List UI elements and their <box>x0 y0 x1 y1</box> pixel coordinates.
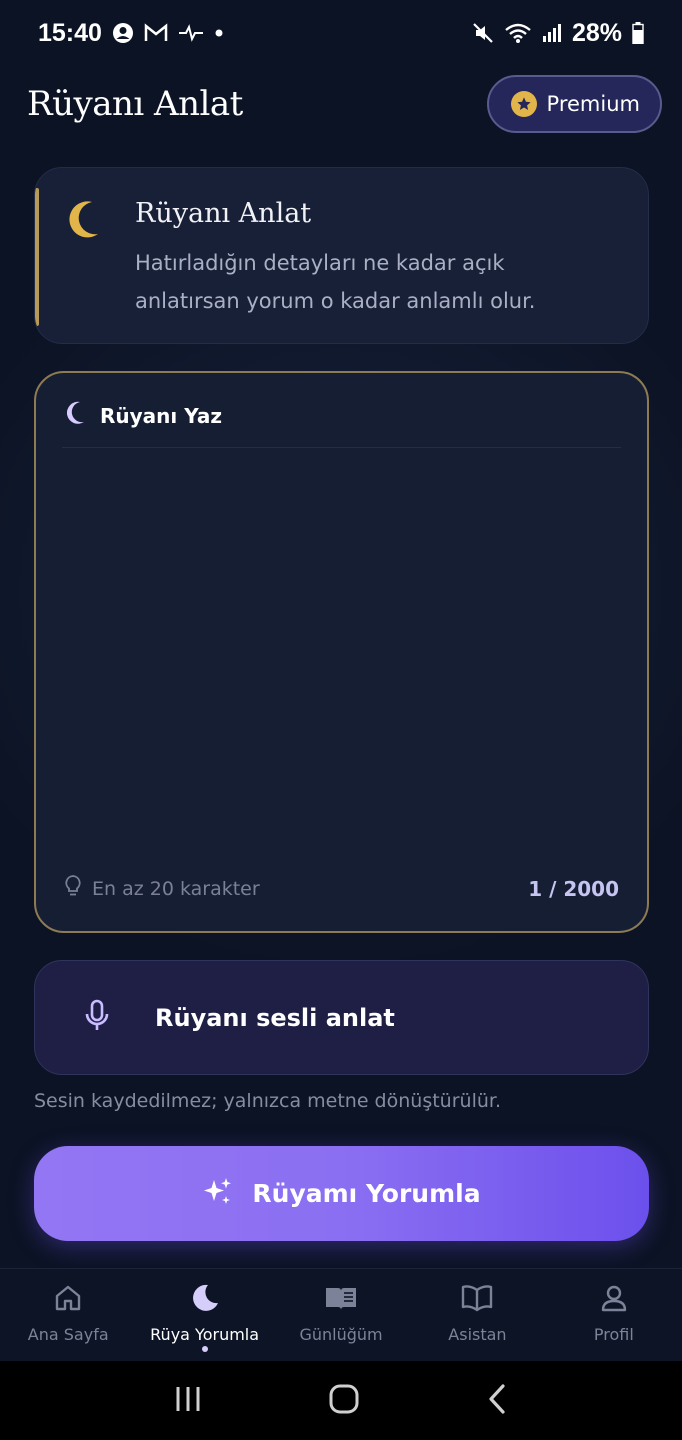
nav-label-dream-interpret: Rüya Yorumla <box>150 1325 260 1344</box>
dream-input-card: Rüyanı Yaz En az 20 karakter 1 / 2000 <box>34 371 649 933</box>
home-icon <box>53 1283 83 1317</box>
moon-icon <box>66 401 86 430</box>
battery-percent: 28% <box>571 18 622 47</box>
char-counter: 1 / 2000 <box>528 876 619 901</box>
app-header: Rüyanı Anlat Premium <box>0 66 682 142</box>
user-icon <box>599 1283 629 1317</box>
dream-textarea[interactable] <box>62 457 621 861</box>
pulse-icon <box>178 24 204 42</box>
notification-dot-icon <box>214 28 224 38</box>
nav-label-profile: Profil <box>593 1325 634 1344</box>
voice-input-label: Rüyanı sesli anlat <box>155 1003 395 1032</box>
bottom-navigation: Ana Sayfa Rüya Yorumla Günlüğüm Asistan … <box>0 1268 682 1361</box>
page-title: Rüyanı Anlat <box>27 84 243 124</box>
moon-icon <box>68 200 102 244</box>
mute-icon <box>472 22 494 44</box>
gmail-icon <box>144 23 168 43</box>
dream-input-heading: Rüyanı Yaz <box>66 401 222 430</box>
recent-apps-icon[interactable] <box>173 1384 203 1418</box>
nav-item-home[interactable]: Ana Sayfa <box>0 1269 136 1361</box>
dream-input-footer: En az 20 karakter 1 / 2000 <box>64 874 619 903</box>
back-icon[interactable] <box>485 1383 509 1419</box>
battery-icon <box>632 22 644 44</box>
divider <box>62 447 621 448</box>
premium-label: Premium <box>546 92 640 116</box>
account-circle-icon <box>112 22 134 44</box>
nav-item-journal[interactable]: Günlüğüm <box>273 1269 409 1361</box>
nav-label-home: Ana Sayfa <box>27 1325 109 1344</box>
moon-icon <box>190 1283 220 1317</box>
sparkles-icon <box>202 1176 234 1212</box>
hint-label: En az 20 karakter <box>92 877 260 900</box>
journal-icon <box>324 1283 358 1317</box>
dream-input-heading-label: Rüyanı Yaz <box>100 403 223 428</box>
active-indicator-dot <box>201 1346 208 1352</box>
interpret-dream-button[interactable]: Rüyamı Yorumla <box>34 1146 649 1241</box>
system-navigation-bar <box>0 1361 682 1440</box>
intro-card: Rüyanı Anlat Hatırladığın detayları ne k… <box>34 167 649 344</box>
nav-label-assistant: Asistan <box>448 1325 507 1344</box>
nav-label-journal: Günlüğüm <box>299 1325 383 1344</box>
intro-description: Hatırladığın detayları ne kadar açık anl… <box>135 251 536 313</box>
wifi-icon <box>504 22 532 44</box>
signal-icon <box>542 23 562 43</box>
nav-item-assistant[interactable]: Asistan <box>409 1269 545 1361</box>
accent-bar <box>35 188 39 326</box>
home-system-icon[interactable] <box>328 1383 360 1419</box>
premium-button[interactable]: Premium <box>486 75 662 133</box>
microphone-icon <box>83 999 111 1037</box>
interpret-dream-label: Rüyamı Yorumla <box>252 1179 481 1208</box>
min-length-hint: En az 20 karakter <box>64 874 260 903</box>
intro-title: Rüyanı Anlat <box>135 198 312 229</box>
nav-item-profile[interactable]: Profil <box>546 1269 682 1361</box>
nav-item-dream-interpret[interactable]: Rüya Yorumla <box>136 1269 272 1361</box>
lightbulb-icon <box>64 874 82 903</box>
voice-input-button[interactable]: Rüyanı sesli anlat <box>34 960 649 1075</box>
voice-privacy-note: Sesin kaydedilmez; yalnızca metne dönüşt… <box>34 1090 501 1112</box>
status-bar: 15:40 28% <box>0 0 682 66</box>
book-open-icon <box>460 1283 494 1317</box>
star-icon <box>510 91 537 117</box>
status-time: 15:40 <box>38 18 102 47</box>
